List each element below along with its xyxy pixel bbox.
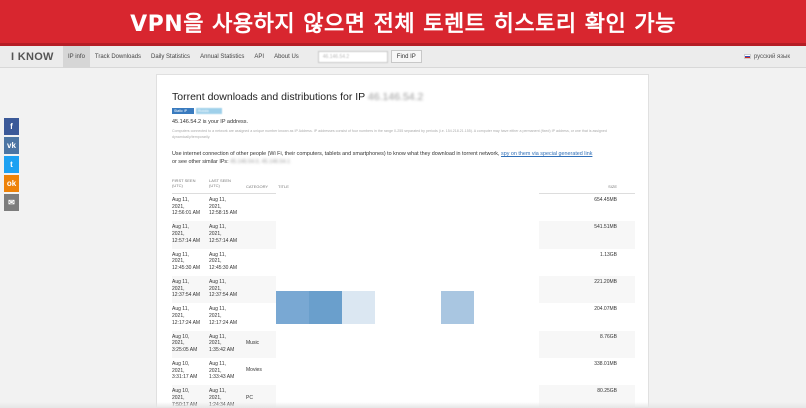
size-cell: 338.01MB — [594, 360, 617, 367]
category-cell: PC — [246, 394, 253, 401]
last-seen-cell: Aug 11, 2021, 12:57:14 AM — [209, 224, 238, 244]
ip-badges: Static IP Russia — [172, 108, 222, 114]
category-cell: Music — [246, 340, 260, 347]
site-logo[interactable]: I KNOW — [11, 51, 63, 63]
static-ip-badge: Static IP — [172, 108, 194, 114]
first-seen-cell: Aug 11, 2021, 12:45:30 AM — [172, 251, 201, 271]
first-seen-cell: Aug 10, 2021, 3:25:05 AM — [172, 333, 198, 353]
social-share-bar: f vk t ok ✉ — [4, 118, 19, 213]
col-first-seen[interactable]: FIRST SEEN (UTC) — [172, 178, 206, 188]
size-cell: 654.45MB — [594, 197, 617, 203]
last-seen-cell: Aug 11, 2021, 12:45:30 AM — [209, 251, 238, 271]
redaction-block — [276, 291, 309, 324]
email-share-icon[interactable]: ✉ — [4, 194, 19, 211]
banner-text: VPN을 사용하지 않으면 전체 토렌트 히스토리 확인 가능 — [130, 11, 676, 37]
twitter-share-icon[interactable]: t — [4, 156, 19, 173]
ip-search-input[interactable]: 46.146.54.2 — [317, 50, 388, 63]
bottom-fade — [0, 402, 806, 408]
first-seen-cell: Aug 11, 2021, 12:56:01 AM — [172, 197, 201, 217]
last-seen-cell: Aug 11, 2021, 12:58:15 AM — [209, 197, 238, 217]
first-seen-cell: Aug 11, 2021, 12:17:24 AM — [172, 306, 201, 326]
odnoklassniki-share-icon[interactable]: ok — [4, 175, 19, 192]
first-seen-cell: Aug 10, 2021, 3:31:17 AM — [172, 360, 198, 381]
first-seen-cell: Aug 11, 2021, 12:57:14 AM — [172, 224, 201, 244]
facebook-share-icon[interactable]: f — [4, 118, 19, 135]
vk-share-icon[interactable]: vk — [4, 137, 19, 154]
redaction-block — [342, 291, 375, 324]
find-ip-button[interactable]: Find IP — [390, 50, 422, 63]
size-cell: 80.25GB — [597, 388, 617, 395]
nav-daily-statistics[interactable]: Daily Statistics — [146, 46, 195, 68]
redaction-block — [441, 291, 474, 324]
col-size[interactable]: SIZE — [608, 184, 617, 189]
ip-explanation: Computers connected to a network are ass… — [172, 129, 607, 139]
last-seen-cell: Aug 11, 2021, 12:17:24 AM — [209, 306, 238, 326]
language-switch[interactable]: русский язык — [743, 53, 790, 60]
redaction-block — [309, 291, 342, 324]
title-ip: 46.146.54.2 — [367, 91, 424, 103]
col-category[interactable]: CATEGORY — [246, 184, 268, 189]
spy-paragraph: Use internet connection of other people … — [172, 151, 593, 165]
nav-about-us[interactable]: About Us — [269, 46, 304, 68]
size-cell: 1.13GB — [600, 251, 617, 258]
nav-api[interactable]: API — [249, 46, 269, 68]
similar-ips: 45.146.54.0, 45.146.54.1 — [230, 159, 291, 165]
nav-annual-statistics[interactable]: Annual Statistics — [195, 46, 249, 68]
col-title[interactable]: TITLE — [278, 184, 289, 189]
first-seen-cell: Aug 11, 2021, 12:37:54 AM — [172, 278, 201, 299]
top-nav: I KNOW IP info Track Downloads Daily Sta… — [0, 45, 806, 68]
page-title: Torrent downloads and distributions for … — [172, 91, 424, 103]
col-last-seen[interactable]: LAST SEEN (UTC) — [209, 178, 243, 188]
language-label: русский язык — [753, 53, 790, 60]
last-seen-cell: Aug 11, 2021, 12:37:54 AM — [209, 278, 238, 299]
size-cell: 204.07MB — [594, 306, 617, 313]
nav-track-downloads[interactable]: Track Downloads — [90, 46, 146, 68]
last-seen-cell: Aug 11, 2021, 1:35:42 AM — [209, 333, 235, 353]
last-seen-cell: Aug 11, 2021, 1:33:43 AM — [209, 360, 235, 381]
nav-ip-info[interactable]: IP info — [63, 45, 90, 68]
your-ip-line: 45.146.54.2 is your IP address. — [172, 119, 249, 125]
size-cell: 8.76GB — [600, 333, 617, 340]
warning-banner: VPN을 사용하지 않으면 전체 토렌트 히스토리 확인 가능 — [0, 0, 806, 46]
size-cell: 221.20MB — [594, 278, 617, 285]
spy-link[interactable]: spy on them via special generated link — [501, 151, 592, 157]
size-cell: 541.51MB — [594, 224, 617, 231]
category-cell: Movies — [246, 367, 262, 374]
country-badge: Russia — [196, 108, 222, 114]
russia-flag-icon — [743, 54, 751, 59]
